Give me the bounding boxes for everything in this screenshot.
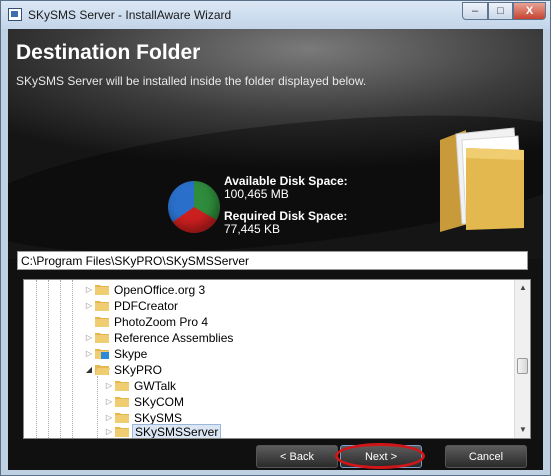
folder-icon <box>95 317 109 327</box>
tree-item-photozoom[interactable]: PhotoZoom Pro 4 <box>24 314 514 330</box>
tree-item-openoffice[interactable]: ▷ OpenOffice.org 3 <box>24 282 514 298</box>
tree-item-gwtalk[interactable]: ▷ GWTalk <box>24 378 514 394</box>
collapse-arrow-icon[interactable]: ◢ <box>84 365 94 375</box>
expand-arrow-icon[interactable]: ▷ <box>104 397 114 407</box>
highlight-ellipse <box>335 443 425 469</box>
page-subtitle: SKySMS Server will be installed inside t… <box>16 74 367 88</box>
skype-folder-icon <box>95 349 109 359</box>
folder-icon <box>440 127 524 232</box>
tree-item-label: Reference Assemblies <box>114 331 234 345</box>
folder-icon <box>115 413 129 423</box>
installer-window: SKySMS Server - InstallAware Wizard – □ … <box>0 0 551 476</box>
folder-icon <box>95 333 109 343</box>
available-disk-space-label: Available Disk Space: <box>224 174 348 188</box>
tree-item-skype[interactable]: ▷ Skype <box>24 346 514 362</box>
folder-icon <box>115 427 129 437</box>
expand-arrow-icon[interactable]: ▷ <box>84 349 94 359</box>
back-button[interactable]: < Back <box>256 445 338 468</box>
scroll-up-icon[interactable]: ▲ <box>515 280 530 296</box>
folder-icon <box>95 301 109 311</box>
tree-item-label: GWTalk <box>134 379 176 393</box>
disk-space-pie-icon <box>168 181 220 233</box>
available-disk-space-value: 100,465 MB <box>224 187 289 201</box>
expand-arrow-icon[interactable]: ▷ <box>84 301 94 311</box>
expand-arrow-icon[interactable]: ▷ <box>104 381 114 391</box>
maximize-button[interactable]: □ <box>488 2 513 20</box>
tree-item-label: PhotoZoom Pro 4 <box>114 315 209 329</box>
tree-item-skysmsserver[interactable]: ▷ SKySMSServer <box>24 424 514 438</box>
tree-item-skycom[interactable]: ▷ SKyCOM <box>24 394 514 410</box>
required-disk-space-label: Required Disk Space: <box>224 209 348 223</box>
tree-item-skypro[interactable]: ◢ SKyPRO <box>24 362 514 378</box>
title-bar[interactable]: SKySMS Server - InstallAware Wizard – □ … <box>1 1 550 29</box>
close-button[interactable]: X <box>513 2 546 20</box>
destination-path-input[interactable] <box>17 251 528 270</box>
minimize-button[interactable]: – <box>462 2 488 20</box>
folder-icon <box>115 397 129 407</box>
tree-scrollbar[interactable]: ▲ ▼ <box>514 280 530 438</box>
page-title: Destination Folder <box>16 41 201 64</box>
folder-tree-list: ▷ OpenOffice.org 3 ▷ PDFCreator PhotoZoo… <box>24 280 514 438</box>
expand-arrow-icon <box>84 317 94 327</box>
tree-item-label: SKyCOM <box>134 395 185 409</box>
scrollbar-thumb[interactable] <box>517 358 528 374</box>
tree-item-label: SKyPRO <box>114 363 163 377</box>
expand-arrow-icon[interactable]: ▷ <box>84 285 94 295</box>
scroll-down-icon[interactable]: ▼ <box>515 422 530 438</box>
open-folder-icon <box>95 365 110 375</box>
expand-arrow-icon[interactable]: ▷ <box>104 413 114 423</box>
tree-item-label: SKySMSServer <box>132 424 222 438</box>
cancel-button[interactable]: Cancel <box>445 445 527 468</box>
tree-item-pdfcreator[interactable]: ▷ PDFCreator <box>24 298 514 314</box>
expand-arrow-icon[interactable]: ▷ <box>84 333 94 343</box>
required-disk-space-value: 77,445 KB <box>224 222 281 236</box>
folder-icon <box>95 285 109 295</box>
tree-item-label: PDFCreator <box>114 299 179 313</box>
folder-icon <box>115 381 129 391</box>
expand-arrow-icon[interactable]: ▷ <box>104 427 114 437</box>
app-icon <box>8 8 22 21</box>
tree-item-label: OpenOffice.org 3 <box>114 283 206 297</box>
tree-item-reference-assemblies[interactable]: ▷ Reference Assemblies <box>24 330 514 346</box>
folder-tree[interactable]: ▷ OpenOffice.org 3 ▷ PDFCreator PhotoZoo… <box>23 279 531 439</box>
tree-item-label: SKySMS <box>134 411 183 425</box>
window-title: SKySMS Server - InstallAware Wizard <box>28 8 232 22</box>
tree-item-label: Skype <box>114 347 148 361</box>
